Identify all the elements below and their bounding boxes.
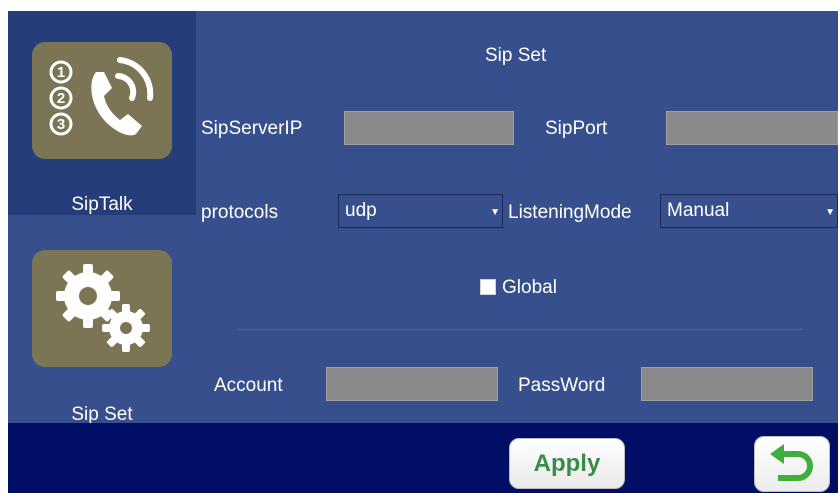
sip-settings-window: 1 2 3 SipTalk Sip Set Sip Set SipServerI… [8,11,838,493]
svg-text:1: 1 [57,64,65,81]
listening-mode-select-value: Manual [667,200,730,221]
bottom-bar: Apply [8,423,838,493]
divider [238,329,803,330]
svg-text:2: 2 [57,90,65,107]
chevron-down-icon: ▼ [825,207,835,218]
phone-numbers-icon: 1 2 3 [49,57,154,136]
sip-port-label: SipPort [545,118,608,139]
return-arrow-icon [770,444,813,481]
protocols-select-value: udp [345,200,377,221]
protocols-label: protocols [201,202,279,223]
listening-mode-select[interactable]: Manual ▼ [660,194,838,228]
global-label: Global [502,277,557,298]
protocols-select[interactable]: udp ▼ [338,194,503,228]
page-title: Sip Set [485,45,547,66]
apply-button[interactable]: Apply [509,438,625,489]
password-label: PassWord [518,375,606,396]
global-checkbox[interactable] [480,279,496,295]
chevron-down-icon: ▼ [490,207,500,218]
sip-port-field[interactable] [666,111,838,145]
account-label: Account [214,375,283,396]
sip-server-ip-field[interactable] [344,111,514,145]
sidebar-item-siptalk-label: SipTalk [71,194,133,215]
back-button[interactable] [754,436,830,492]
listening-mode-label: ListeningMode [508,202,632,223]
siptalk-tile: 1 2 3 [32,42,172,159]
sidebar-item-sipset[interactable]: Sip Set [8,215,196,435]
sipset-tile [32,250,172,367]
svg-text:3: 3 [57,116,65,133]
account-field[interactable] [326,367,498,401]
gears-icon [56,264,150,352]
sidebar-item-siptalk[interactable]: 1 2 3 SipTalk [8,11,196,215]
password-field[interactable] [641,367,813,401]
sip-server-ip-label: SipServerIP [201,118,303,139]
apply-button-label: Apply [533,449,601,477]
